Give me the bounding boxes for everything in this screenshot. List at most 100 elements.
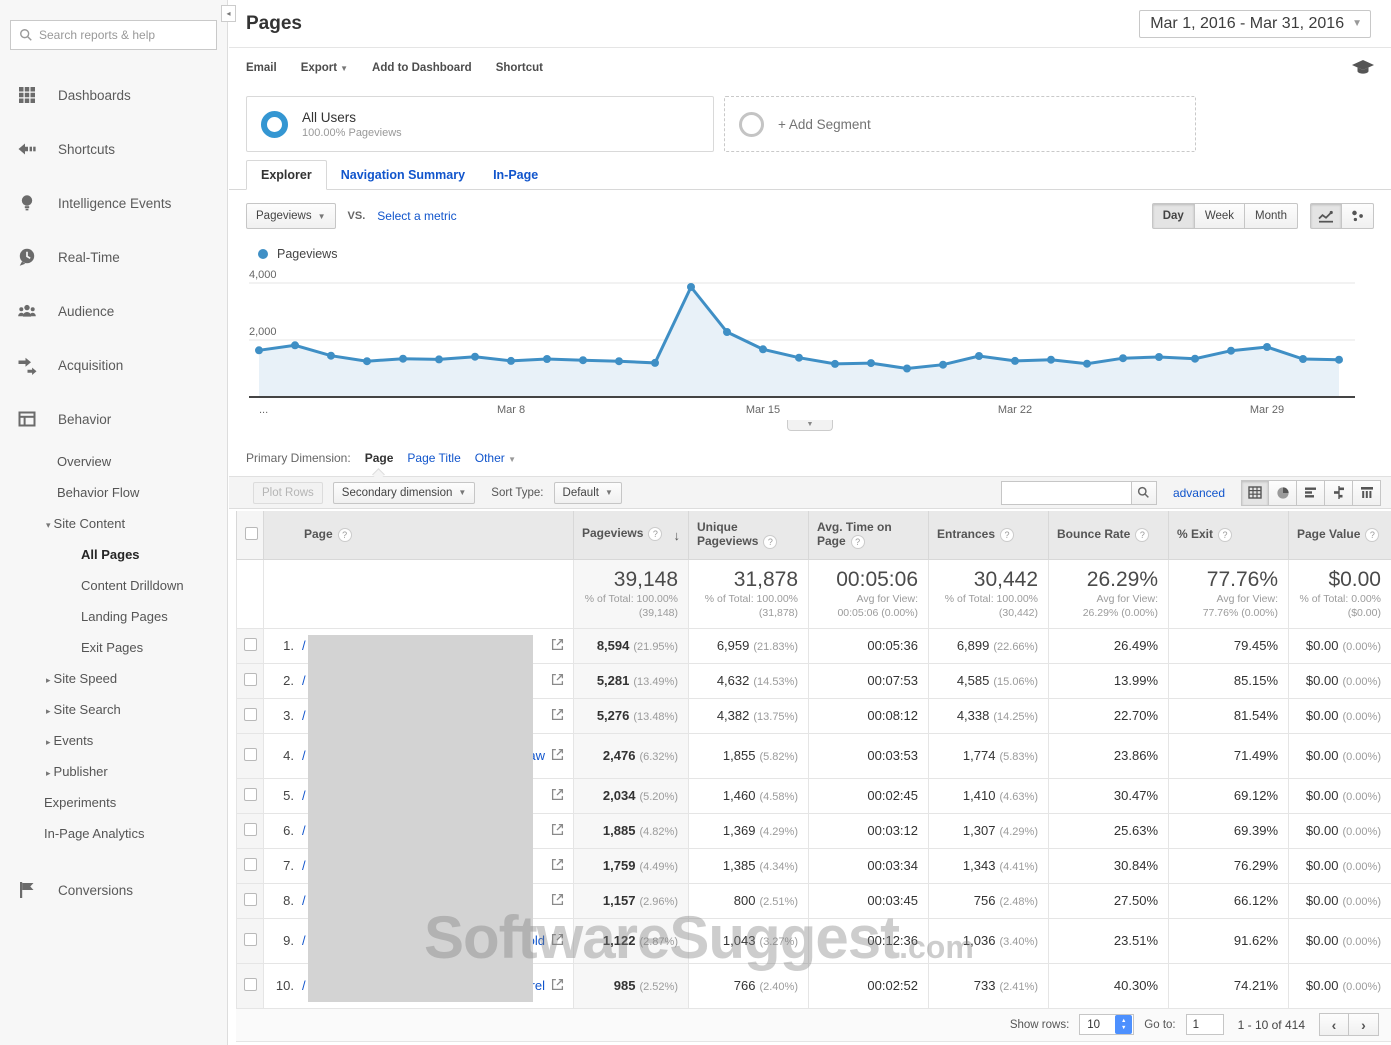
chart-collapse-tab[interactable]: ▼ [787, 420, 833, 431]
sidebar-item-behavior-flow[interactable]: Behavior Flow [0, 477, 227, 508]
sidebar-item-events[interactable]: ▸Events [0, 725, 227, 756]
sidebar-item-shortcuts[interactable]: Shortcuts [0, 122, 227, 176]
external-link-icon[interactable] [551, 748, 565, 764]
help-icon[interactable]: ? [1365, 528, 1379, 542]
column-header-unique-pageviews[interactable]: Unique Pageviews? [689, 511, 809, 559]
spinner-icon[interactable]: ▲▼ [1115, 1015, 1132, 1034]
row-checkbox[interactable] [244, 708, 257, 721]
column-header-page-value[interactable]: Page Value? [1289, 511, 1391, 559]
secondary-dimension-button[interactable]: Secondary dimension▼ [333, 482, 476, 504]
sidebar-item-real-time[interactable]: Real-Time [0, 230, 227, 284]
column-header-exit[interactable]: % Exit? [1169, 511, 1289, 559]
pivot-view-button[interactable] [1353, 480, 1381, 506]
column-header-page[interactable]: Page? [264, 511, 574, 559]
percentage-view-button[interactable] [1269, 480, 1297, 506]
sidebar-collapse-button[interactable]: ◂ [221, 5, 236, 22]
line-chart-button[interactable] [1310, 203, 1342, 229]
page-link[interactable]: / [302, 748, 306, 763]
sidebar-item-all-pages[interactable]: All Pages [0, 539, 227, 570]
page-link[interactable]: / [302, 673, 306, 688]
page-link[interactable]: / [302, 978, 306, 993]
page-link[interactable]: / [302, 823, 306, 838]
external-link-icon[interactable] [551, 933, 565, 949]
help-icon[interactable]: ? [1135, 528, 1149, 542]
row-checkbox[interactable] [244, 748, 257, 761]
comparison-view-button[interactable] [1325, 480, 1353, 506]
select-metric-link[interactable]: Select a metric [377, 209, 456, 223]
external-link-icon[interactable] [551, 638, 565, 654]
external-link-icon[interactable] [551, 858, 565, 874]
add-segment-button[interactable]: + Add Segment [724, 96, 1196, 152]
sidebar-item-site-search[interactable]: ▸Site Search [0, 694, 227, 725]
month-button[interactable]: Month [1245, 203, 1298, 229]
page-link[interactable]: / [302, 933, 306, 948]
row-checkbox[interactable] [244, 823, 257, 836]
page-link[interactable]: / [302, 788, 306, 803]
sidebar-item-exit-pages[interactable]: Exit Pages [0, 632, 227, 663]
external-link-icon[interactable] [551, 978, 565, 994]
table-view-button[interactable] [1241, 480, 1269, 506]
page-link[interactable]: / [302, 893, 306, 908]
external-link-icon[interactable] [551, 788, 565, 804]
segment-all-users[interactable]: All Users 100.00% Pageviews [246, 96, 714, 152]
sidebar-item-conversions[interactable]: Conversions [0, 863, 227, 917]
motion-chart-button[interactable] [1342, 203, 1374, 229]
dimension-page[interactable]: Page [365, 451, 394, 465]
day-button[interactable]: Day [1152, 203, 1195, 229]
sidebar-item-acquisition[interactable]: Acquisition [0, 338, 227, 392]
email-button[interactable]: Email [246, 62, 277, 74]
sidebar-item-site-content[interactable]: ▾Site Content [0, 508, 227, 539]
rows-per-page-select[interactable]: 10 ▲▼ [1079, 1014, 1134, 1035]
export-button[interactable]: Export▼ [301, 62, 348, 74]
row-checkbox[interactable] [244, 978, 257, 991]
help-icon[interactable]: ? [338, 528, 352, 542]
sidebar-item-dashboards[interactable]: Dashboards [0, 68, 227, 122]
table-search-button[interactable] [1131, 481, 1157, 505]
tab-explorer[interactable]: Explorer [246, 160, 327, 190]
page-link[interactable]: / [302, 858, 306, 873]
sidebar-search[interactable] [10, 20, 217, 50]
row-checkbox[interactable] [244, 673, 257, 686]
plot-rows-button[interactable]: Plot Rows [253, 482, 323, 504]
next-page-button[interactable]: › [1349, 1013, 1379, 1036]
column-header-pageviews[interactable]: Pageviews?↓ [574, 511, 689, 559]
date-range-picker[interactable]: Mar 1, 2016 - Mar 31, 2016 ▼ [1139, 10, 1371, 38]
select-all-checkbox[interactable] [245, 527, 258, 540]
external-link-icon[interactable] [551, 893, 565, 909]
external-link-icon[interactable] [551, 823, 565, 839]
education-cap-icon[interactable] [1352, 60, 1374, 76]
sort-type-button[interactable]: Default▼ [554, 482, 622, 504]
row-checkbox[interactable] [244, 638, 257, 651]
dimension-other[interactable]: Other ▼ [475, 451, 516, 465]
tab-in-page[interactable]: In-Page [479, 161, 552, 189]
table-search-input[interactable] [1001, 481, 1131, 505]
line-chart-svg[interactable]: 2,0004,000...Mar 8Mar 15Mar 22Mar 29 [241, 267, 1361, 417]
external-link-icon[interactable] [551, 673, 565, 689]
sidebar-item-behavior[interactable]: Behavior [0, 392, 227, 446]
dimension-page-title[interactable]: Page Title [407, 451, 460, 465]
sidebar-item-overview[interactable]: Overview [0, 446, 227, 477]
help-icon[interactable]: ? [1000, 528, 1014, 542]
column-header-bounce-rate[interactable]: Bounce Rate? [1049, 511, 1169, 559]
row-checkbox[interactable] [244, 933, 257, 946]
help-icon[interactable]: ? [763, 535, 777, 549]
help-icon[interactable]: ? [648, 527, 662, 541]
sidebar-item-landing-pages[interactable]: Landing Pages [0, 601, 227, 632]
search-input[interactable] [39, 28, 208, 42]
page-link[interactable]: / [302, 708, 306, 723]
sidebar-item-audience[interactable]: Audience [0, 284, 227, 338]
row-checkbox[interactable] [244, 788, 257, 801]
sidebar-item-intelligence-events[interactable]: Intelligence Events [0, 176, 227, 230]
help-icon[interactable]: ? [851, 535, 865, 549]
external-link-icon[interactable] [551, 708, 565, 724]
add-to-dashboard-button[interactable]: Add to Dashboard [372, 62, 472, 74]
sidebar-item-publisher[interactable]: ▸Publisher [0, 756, 227, 787]
metric-select-button[interactable]: Pageviews▼ [246, 203, 336, 229]
page-link[interactable]: / [302, 638, 306, 653]
advanced-filter-link[interactable]: advanced [1173, 486, 1225, 500]
sidebar-item-site-speed[interactable]: ▸Site Speed [0, 663, 227, 694]
pageviews-chart[interactable]: 2,0004,000...Mar 8Mar 15Mar 22Mar 29 [241, 267, 1391, 420]
help-icon[interactable]: ? [1218, 528, 1232, 542]
week-button[interactable]: Week [1195, 203, 1245, 229]
sidebar-item-content-drilldown[interactable]: Content Drilldown [0, 570, 227, 601]
